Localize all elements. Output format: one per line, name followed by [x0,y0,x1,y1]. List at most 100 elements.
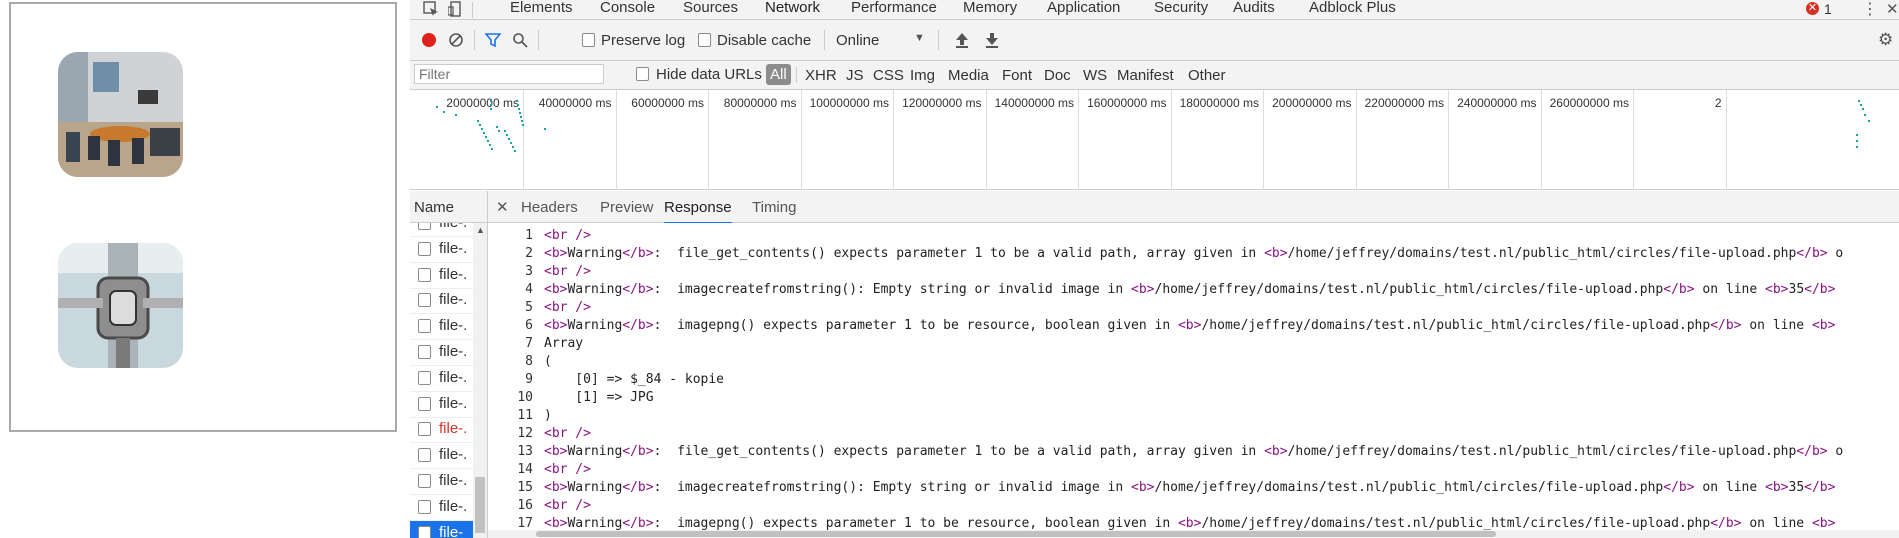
html-tag-token: </b> [622,318,654,333]
export-har-icon[interactable] [984,31,1000,52]
inspect-element-icon[interactable] [423,1,439,20]
request-row[interactable]: file-. [410,469,473,495]
text-token: 35 [1788,480,1805,495]
html-tag-token: </b> [1804,282,1836,297]
request-row[interactable]: file-. [410,288,473,315]
text-token: /home/jeffrey/domains/test.nl/public_htm… [1154,282,1664,297]
request-name: file- [439,523,464,538]
tab-adblock-plus[interactable]: Adblock Plus [1309,0,1396,20]
response-body[interactable]: 1 <br /> 2 <b>Warning</b>: file_get_content… [488,223,1899,538]
request-row[interactable]: file-. [410,366,473,392]
line-text: <b>Warning</b>: imagepng() expects param… [544,318,1835,333]
tab-performance[interactable]: Performance [851,0,937,20]
error-count[interactable]: 1 [1824,1,1832,17]
html-tag-token: <b> [1177,516,1202,531]
line-number: 16 [517,498,533,513]
device-toolbar-icon[interactable] [447,1,464,20]
html-tag-token: </b> [1663,282,1695,297]
clear-icon[interactable] [448,32,464,51]
filter-type-ws[interactable]: WS [1083,67,1107,84]
request-name: file-. [439,223,467,231]
html-tag-token: </b> [622,282,654,297]
text-token: : file_get_contents() expects parameter … [653,246,1265,261]
filter-type-js[interactable]: JS [846,67,864,84]
request-row[interactable]: file- [410,520,473,538]
throttle-select[interactable]: Online [836,32,879,49]
html-tag-token: </b> [622,444,654,459]
search-icon[interactable] [512,32,528,51]
detail-tab-bar: ✕ Headers Preview Response Timing [488,191,1899,224]
request-row-checkbox [418,370,431,385]
request-list-scrollbar[interactable]: ▲ [473,223,487,538]
close-detail-icon[interactable]: ✕ [496,198,509,216]
line-text: Array [544,336,583,351]
filter-type-img[interactable]: Img [910,67,935,84]
filter-type-other[interactable]: Other [1188,67,1226,84]
tab-console[interactable]: Console [600,0,655,20]
network-toolbar: Preserve log Disable cache Online ▼ ⚙ [410,20,1899,61]
filter-type-font[interactable]: Font [1002,67,1032,84]
filter-icon[interactable] [484,32,502,51]
request-row[interactable]: file-. [410,417,473,444]
request-row-checkbox [418,223,431,230]
horizontal-scrollbar-thumb[interactable] [536,531,1496,537]
request-row[interactable]: file-. [410,495,473,521]
tab-sources[interactable]: Sources [683,0,738,20]
line-number: 4 [525,282,533,297]
request-name: file-. [439,446,468,464]
request-row[interactable]: file-. [410,223,473,237]
scroll-up-icon[interactable]: ▲ [476,225,485,235]
html-tag-token: <b> [1765,282,1789,297]
line-number: 13 [517,444,533,459]
request-row[interactable]: file-. [410,314,473,341]
request-name: file-. [439,265,468,283]
html-tag-token: <br /> [544,462,591,477]
chevron-down-icon[interactable]: ▼ [914,32,925,44]
filter-type-all[interactable]: All [766,64,791,85]
tab-headers[interactable]: Headers [521,199,578,216]
line-number: 14 [517,462,533,477]
close-icon[interactable]: ✕ [1886,0,1899,18]
line-text: ) [544,408,552,423]
filter-type-media[interactable]: Media [948,67,989,84]
request-row[interactable]: file-. [410,263,473,289]
more-options-icon[interactable]: ⋮ [1862,0,1878,19]
filter-type-manifest[interactable]: Manifest [1117,67,1174,84]
text-token: : file_get_contents() expects parameter … [653,444,1265,459]
text-token: Warning [567,480,623,495]
request-row[interactable]: file-. [410,237,473,263]
request-row[interactable]: file-. [410,340,473,366]
network-overview[interactable]: 20000000 ms 40000000 ms 60000000 ms 8000000… [410,90,1899,190]
tab-elements[interactable]: Elements [510,0,573,20]
tab-response[interactable]: Response [664,199,732,224]
tab-network[interactable]: Network [765,0,821,22]
text-token: : imagecreatefromstring(): Empty string … [653,480,1132,495]
disable-cache-checkbox[interactable] [698,33,711,47]
filter-type-doc[interactable]: Doc [1044,67,1071,84]
name-column-header[interactable]: Name [410,191,488,223]
request-row[interactable]: file-. [410,392,473,418]
filter-input[interactable] [414,64,604,84]
filter-type-xhr[interactable]: XHR [805,67,837,84]
tab-security[interactable]: Security [1154,0,1208,20]
preserve-log-checkbox[interactable] [582,33,595,47]
request-row-checkbox [418,241,431,256]
scrollbar-thumb[interactable] [475,477,485,533]
hide-data-urls-checkbox[interactable] [636,67,649,81]
filter-type-css[interactable]: CSS [873,67,904,84]
html-tag-token: <b> [1264,246,1288,261]
tab-timing[interactable]: Timing [752,199,796,216]
record-icon[interactable] [422,33,436,47]
tab-preview[interactable]: Preview [600,199,653,216]
tab-application[interactable]: Application [1047,0,1120,20]
error-icon[interactable]: ✕ [1806,2,1819,15]
settings-gear-icon[interactable]: ⚙ [1878,30,1893,50]
request-row[interactable]: file-. [410,443,473,470]
room-photo [58,52,183,177]
request-row-checkbox [418,293,431,308]
line-number: 6 [525,318,533,333]
horizontal-scrollbar[interactable] [488,530,1899,538]
tab-audits[interactable]: Audits [1233,0,1275,20]
import-har-icon[interactable] [954,31,970,52]
tab-memory[interactable]: Memory [963,0,1017,20]
